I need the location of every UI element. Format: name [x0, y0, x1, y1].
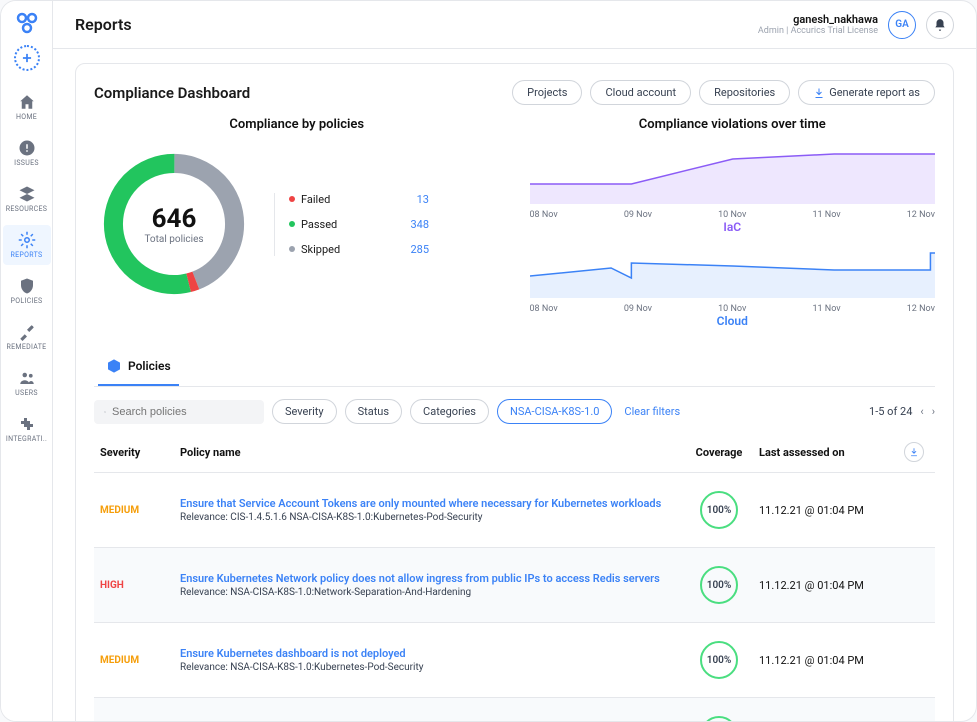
coverage-badge: 100% [700, 491, 738, 529]
sidebar-item-home[interactable]: HOME [3, 87, 51, 127]
sidebar-item-issues[interactable]: ISSUES [3, 133, 51, 173]
policy-cell: Ensure that Service Account Tokens are o… [180, 497, 679, 523]
policy-relevance: Relevance: NSA-CISA-K8S-1.0:Kubernetes-P… [180, 662, 679, 673]
severity-badge: MEDIUM [100, 505, 180, 516]
time-chart: Compliance violations over time 08 Nov09… [530, 117, 936, 328]
table-header: Severity Policy name Coverage Last asses… [94, 432, 935, 473]
severity-badge: HIGH [100, 580, 180, 591]
policy-cell: Ensure Kubernetes Network policy does no… [180, 572, 679, 598]
download-icon [909, 447, 919, 457]
search-input[interactable] [94, 400, 264, 424]
cube-icon [106, 358, 122, 374]
policy-name[interactable]: Ensure Kubernetes Network policy does no… [180, 572, 679, 585]
sidebar-item-users[interactable]: USERS [3, 363, 51, 403]
users-icon [18, 369, 36, 387]
bell-icon [933, 18, 947, 32]
tab-policies[interactable]: Policies [98, 348, 179, 386]
next-page[interactable]: › [932, 405, 935, 418]
table-row[interactable]: MEDIUM Ensure that Service Account Token… [94, 473, 935, 548]
sidebar-item-resources[interactable]: RESOURCES [3, 179, 51, 219]
pager: 1-5 of 24 ‹ › [869, 405, 935, 418]
dashboard-title: Compliance Dashboard [94, 84, 250, 102]
policy-relevance: Relevance: CIS-1.4.5.1.6 NSA-CISA-K8S-1.… [180, 512, 679, 523]
repositories-button[interactable]: Repositories [699, 80, 790, 105]
avatar[interactable]: GA [888, 11, 916, 39]
sidebar-item-remediate[interactable]: REMEDIATE [3, 317, 51, 357]
assessed-date: 11.12.21 @ 01:04 PM [759, 654, 899, 667]
donut-chart: Compliance by policies 646 T [94, 117, 500, 328]
cloud-account-button[interactable]: Cloud account [590, 80, 691, 105]
generate-report-button[interactable]: Generate report as [798, 80, 935, 105]
table-row[interactable]: MEDIUM Ensure Kubernetes dashboard is no… [94, 623, 935, 698]
page-title: Reports [75, 15, 132, 34]
coverage-badge: 100% [700, 716, 738, 721]
legend-failed: Failed 13 [289, 193, 429, 206]
table-row[interactable]: HIGH Ensure Kubernetes Network policy do… [94, 548, 935, 623]
active-filter[interactable]: NSA-CISA-K8S-1.0 [497, 399, 612, 424]
coverage-badge: 100% [700, 566, 738, 604]
download-all-button[interactable] [904, 442, 924, 462]
policy-relevance: Relevance: NSA-CISA-K8S-1.0:Network-Sepa… [180, 587, 679, 598]
severity-badge: MEDIUM [100, 655, 180, 666]
wrench-icon [18, 323, 36, 341]
prev-page[interactable]: ‹ [920, 405, 923, 418]
sidebar-item-policies[interactable]: POLICIES [3, 271, 51, 311]
legend-skipped: Skipped 285 [289, 243, 429, 256]
categories-filter[interactable]: Categories [410, 399, 489, 424]
layers-icon [18, 185, 36, 203]
legend-passed: Passed 348 [289, 218, 429, 231]
search-icon [104, 406, 106, 418]
notifications-button[interactable] [926, 11, 954, 39]
sidebar: HOME ISSUES RESOURCES REPORTS POLICIES R… [1, 1, 53, 721]
coverage-badge: 100% [700, 641, 738, 679]
clear-filters[interactable]: Clear filters [624, 405, 680, 418]
download-icon [813, 87, 825, 99]
assessed-date: 11.12.21 @ 01:04 PM [759, 504, 899, 517]
gear-icon [18, 231, 36, 249]
assessed-date: 11.12.21 @ 01:04 PM [759, 579, 899, 592]
alert-icon [18, 139, 36, 157]
user-info: ganesh_nakhawa Admin | Accurics Trial Li… [758, 13, 878, 36]
puzzle-icon [18, 415, 36, 433]
status-filter[interactable]: Status [345, 399, 402, 424]
shield-icon [18, 277, 36, 295]
topbar: Reports ganesh_nakhawa Admin | Accurics … [53, 1, 976, 49]
policy-name[interactable]: Ensure that Service Account Tokens are o… [180, 497, 679, 510]
policy-name[interactable]: Ensure Kubernetes dashboard is not deplo… [180, 647, 679, 660]
dashboard-card: Compliance Dashboard Projects Cloud acco… [75, 63, 954, 721]
home-icon [18, 93, 36, 111]
sidebar-item-reports[interactable]: REPORTS [3, 225, 51, 265]
logo-icon [15, 11, 39, 35]
projects-button[interactable]: Projects [512, 80, 582, 105]
add-button[interactable] [14, 45, 40, 71]
table-row[interactable]: HIGH Ensure Kubernetes Network policy do… [94, 698, 935, 721]
severity-filter[interactable]: Severity [272, 399, 337, 424]
policy-cell: Ensure Kubernetes dashboard is not deplo… [180, 647, 679, 673]
sidebar-item-integrations[interactable]: INTEGRATI.. [3, 409, 51, 449]
